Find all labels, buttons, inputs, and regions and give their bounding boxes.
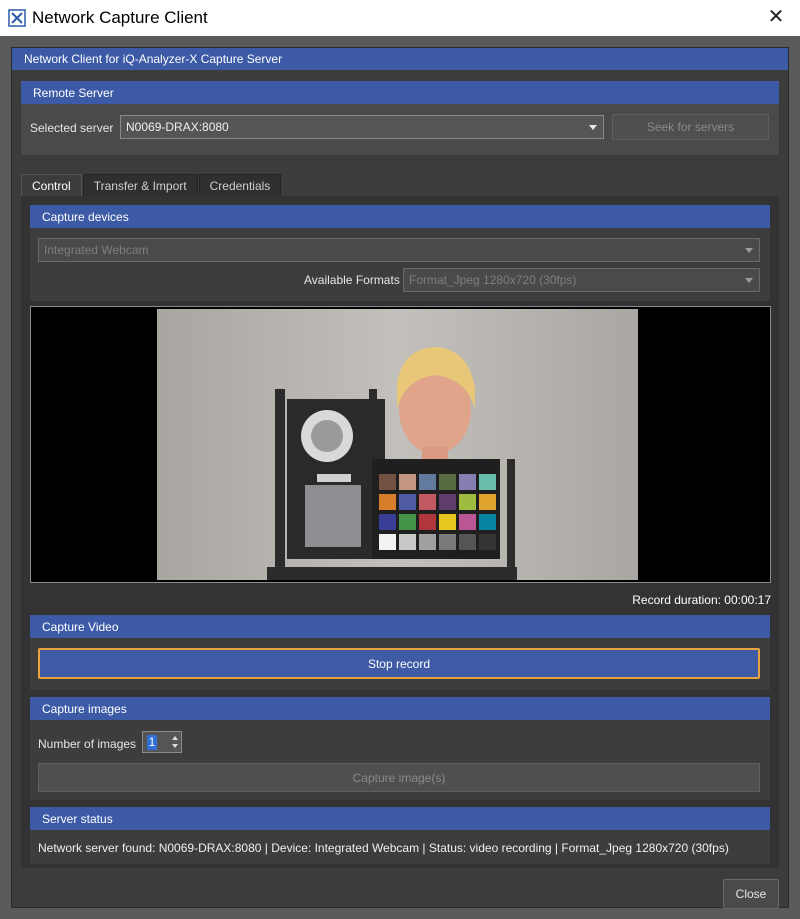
tab-control[interactable]: Control bbox=[21, 174, 82, 197]
chevron-down-icon bbox=[745, 248, 753, 253]
chevron-down-icon bbox=[745, 278, 753, 283]
tab-bar: Control Transfer & Import Credentials bbox=[21, 174, 282, 197]
available-formats-label: Available Formats bbox=[304, 273, 400, 287]
stop-record-button[interactable]: Stop record bbox=[38, 648, 760, 679]
spin-down-icon[interactable] bbox=[172, 744, 178, 748]
available-formats-value: Format_Jpeg 1280x720 (30fps) bbox=[409, 273, 577, 287]
tab-credentials[interactable]: Credentials bbox=[198, 174, 282, 196]
tab-transfer-import[interactable]: Transfer & Import bbox=[82, 174, 198, 196]
number-of-images-spinbox[interactable]: 1 bbox=[142, 731, 182, 753]
selected-server-value: N0069-DRAX:8080 bbox=[126, 120, 229, 134]
seek-for-servers-button[interactable]: Seek for servers bbox=[612, 114, 769, 140]
window-title: Network Capture Client bbox=[32, 8, 208, 27]
window-body: Network Client for iQ-Analyzer-X Capture… bbox=[0, 36, 800, 919]
remote-server-title: Remote Server bbox=[21, 81, 779, 104]
spin-up-icon[interactable] bbox=[172, 736, 178, 740]
selected-server-dropdown[interactable]: N0069-DRAX:8080 bbox=[120, 115, 604, 139]
window-titlebar: Network Capture Client ✕ bbox=[0, 0, 800, 36]
camera-frame-image bbox=[157, 309, 638, 580]
capture-video-group: Capture Video Stop record bbox=[30, 615, 770, 690]
close-button[interactable]: Close bbox=[723, 879, 779, 909]
number-of-images-value: 1 bbox=[147, 735, 157, 750]
server-status-group: Server status Network server found: N006… bbox=[30, 807, 770, 864]
control-tab-panel: Capture devices Integrated Webcam Availa… bbox=[21, 196, 779, 868]
app-icon bbox=[8, 9, 26, 27]
remote-server-group: Remote Server Selected server N0069-DRAX… bbox=[21, 81, 779, 155]
window-close-button[interactable]: ✕ bbox=[764, 6, 788, 30]
camera-scene-illustration bbox=[157, 309, 638, 580]
capture-images-group: Capture images Number of images 1 Captur… bbox=[30, 697, 770, 800]
capture-video-title: Capture Video bbox=[30, 615, 770, 638]
capture-devices-group: Capture devices Integrated Webcam Availa… bbox=[30, 205, 770, 301]
capture-images-title: Capture images bbox=[30, 697, 770, 720]
capture-images-button[interactable]: Capture image(s) bbox=[38, 763, 760, 792]
dialog-panel: Network Client for iQ-Analyzer-X Capture… bbox=[11, 47, 789, 909]
chevron-down-icon bbox=[589, 125, 597, 130]
record-duration-label: Record duration: 00:00:17 bbox=[632, 593, 771, 607]
server-row: Selected server N0069-DRAX:8080 Seek for… bbox=[21, 114, 779, 141]
dialog-header: Network Client for iQ-Analyzer-X Capture… bbox=[12, 48, 788, 70]
capture-device-value: Integrated Webcam bbox=[44, 243, 149, 257]
video-preview bbox=[30, 306, 771, 583]
server-status-title: Server status bbox=[30, 807, 770, 830]
available-formats-dropdown[interactable]: Format_Jpeg 1280x720 (30fps) bbox=[403, 268, 760, 292]
server-status-text: Network server found: N0069-DRAX:8080 | … bbox=[38, 841, 729, 855]
capture-device-dropdown[interactable]: Integrated Webcam bbox=[38, 238, 760, 262]
number-of-images-label: Number of images bbox=[38, 737, 137, 751]
capture-devices-title: Capture devices bbox=[30, 205, 770, 228]
selected-server-label: Selected server bbox=[30, 121, 114, 135]
